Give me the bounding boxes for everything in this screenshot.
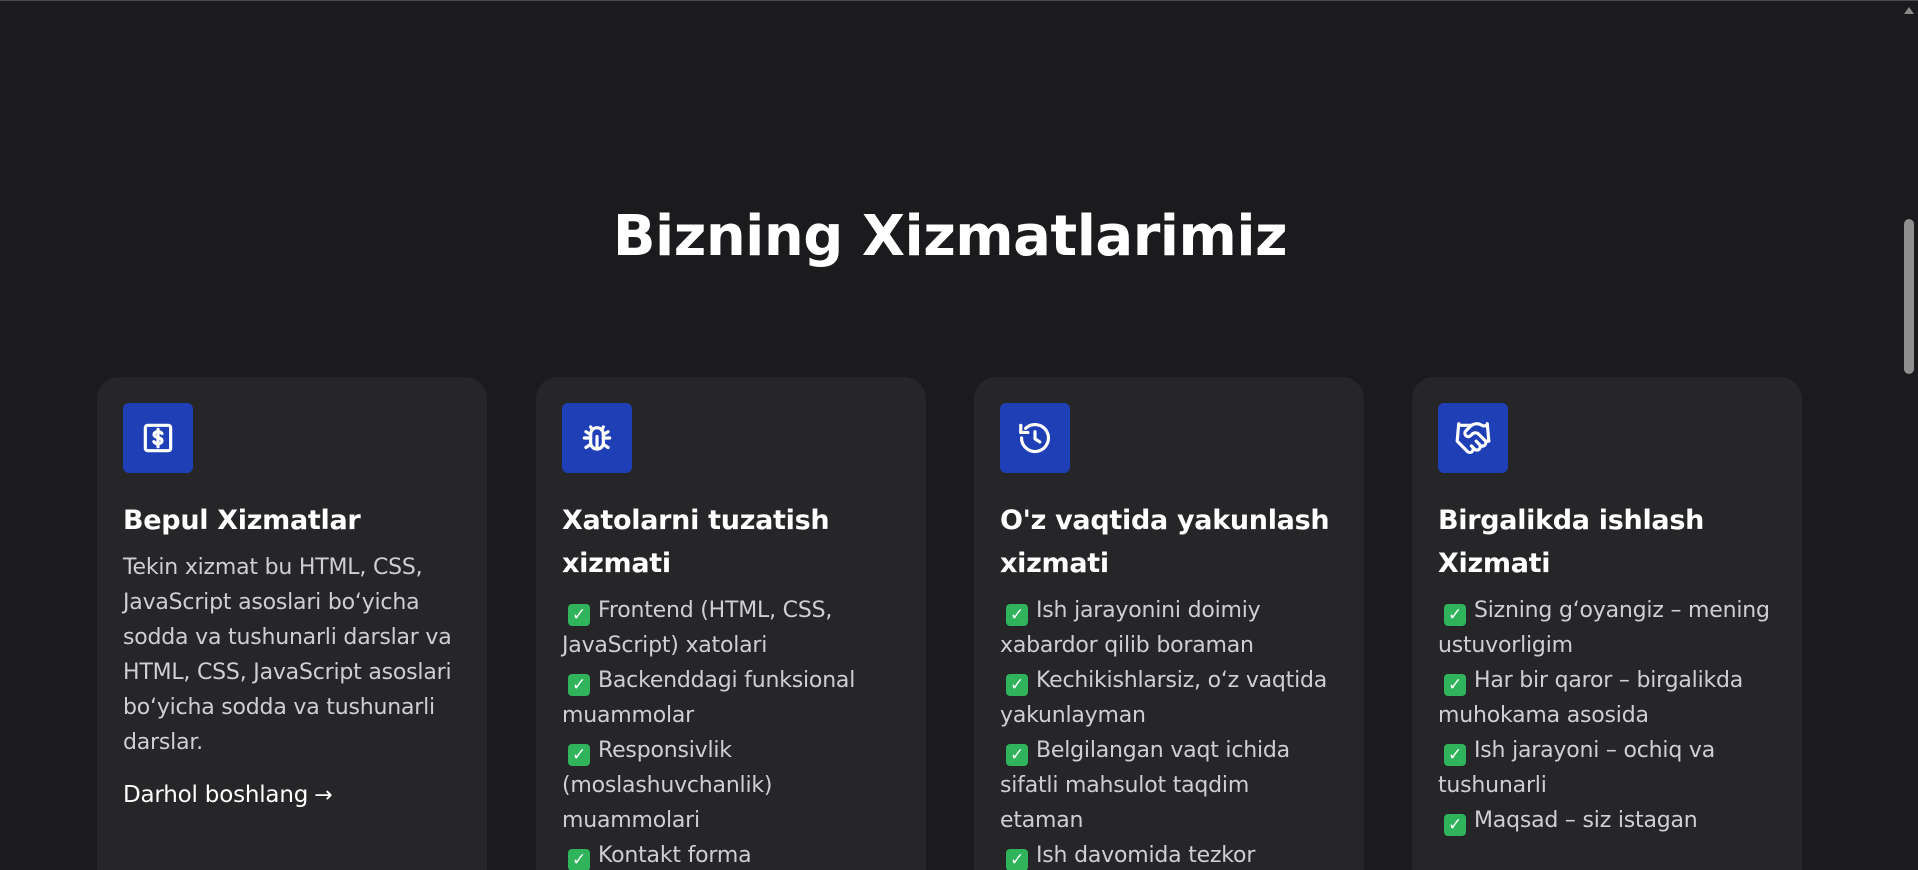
check-icon: ✓	[1006, 744, 1028, 766]
feature-list: ✓ Frontend (HTML, CSS, JavaScript) xatola…	[562, 593, 900, 870]
check-icon: ✓	[568, 674, 590, 696]
service-card-ontime: O'z vaqtida yakunlash xizmati ✓ Ish jaray…	[974, 377, 1364, 870]
check-icon: ✓	[1444, 744, 1466, 766]
check-icon: ✓	[1006, 604, 1028, 626]
check-icon: ✓	[568, 849, 590, 870]
list-item: ✓ Kechikishlarsiz, o‘z vaqtida yakunlayma…	[1000, 668, 1328, 728]
service-card-free: Bepul Xizmatlar Tekin xizmat bu HTML, CS…	[97, 377, 487, 870]
card-description: Tekin xizmat bu HTML, CSS, JavaScript as…	[123, 555, 452, 755]
check-icon: ✓	[568, 604, 590, 626]
bug-icon	[562, 403, 632, 473]
feature-list: ✓ Ish jarayonini doimiy xabardor qilib bo…	[1000, 593, 1338, 870]
check-icon: ✓	[1444, 814, 1466, 836]
list-item: ✓ Kontakt forma	[562, 838, 900, 870]
history-clock-icon	[1000, 403, 1070, 473]
list-item: ✓ Belgilangan vaqt ichida sifatli mahsulo…	[1000, 738, 1290, 833]
check-icon: ✓	[1006, 674, 1028, 696]
list-item: ✓ Ish jarayonini doimiy xabardor qilib bo…	[1000, 598, 1261, 658]
scroll-up-arrow-icon[interactable]	[1904, 7, 1914, 14]
check-icon: ✓	[1444, 674, 1466, 696]
check-icon: ✓	[1444, 604, 1466, 626]
handshake-icon	[1438, 403, 1508, 473]
feature-list: ✓ Sizning g‘oyangiz – mening ustuvorligim…	[1438, 593, 1776, 838]
list-item: ✓ Backenddagi funksional muammolar	[562, 668, 856, 728]
list-item: ✓ Ish davomida tezkor	[1000, 838, 1338, 870]
scrollbar-thumb[interactable]	[1904, 219, 1914, 374]
list-item: ✓ Ish jarayoni – ochiq va tushunarli	[1438, 738, 1715, 798]
service-card-bugfix: Xatolarni tuzatish xizmati ✓ Frontend (HT…	[536, 377, 926, 870]
list-item: ✓ Maqsad – siz istagan	[1438, 803, 1776, 838]
arrow-right-icon: →	[314, 782, 333, 808]
start-now-label: Darhol boshlang	[123, 782, 309, 808]
section-title: Bizning Xizmatlarimiz	[612, 204, 1288, 269]
browser-viewport: Bizning Xizmatlarimiz Bepul Xizmatlar Te…	[0, 0, 1918, 870]
dollar-bill-icon	[123, 403, 193, 473]
list-item: ✓ Responsivlik (moslashuvchanlik) muammol…	[562, 738, 773, 833]
check-icon: ✓	[568, 744, 590, 766]
service-card-collaboration: Birgalikda ishlash Xizmati ✓ Sizning g‘oy…	[1412, 377, 1802, 870]
check-icon: ✓	[1006, 849, 1028, 870]
card-title: Birgalikda ishlash Xizmati	[1438, 505, 1705, 579]
list-item: ✓ Har bir qaror – birgalikda muhokama aso…	[1438, 668, 1744, 728]
services-section: Bizning Xizmatlarimiz Bepul Xizmatlar Te…	[0, 1, 1900, 870]
start-now-link[interactable]: Darhol boshlang →	[123, 782, 333, 808]
list-item: ✓ Sizning g‘oyangiz – mening ustuvorligim	[1438, 598, 1770, 658]
card-title: Xatolarni tuzatish xizmati	[562, 505, 830, 579]
card-title: Bepul Xizmatlar	[123, 505, 361, 536]
list-item: ✓ Frontend (HTML, CSS, JavaScript) xatola…	[562, 598, 833, 658]
card-title: O'z vaqtida yakunlash xizmati	[1000, 505, 1330, 579]
vertical-scrollbar[interactable]	[1900, 1, 1918, 870]
